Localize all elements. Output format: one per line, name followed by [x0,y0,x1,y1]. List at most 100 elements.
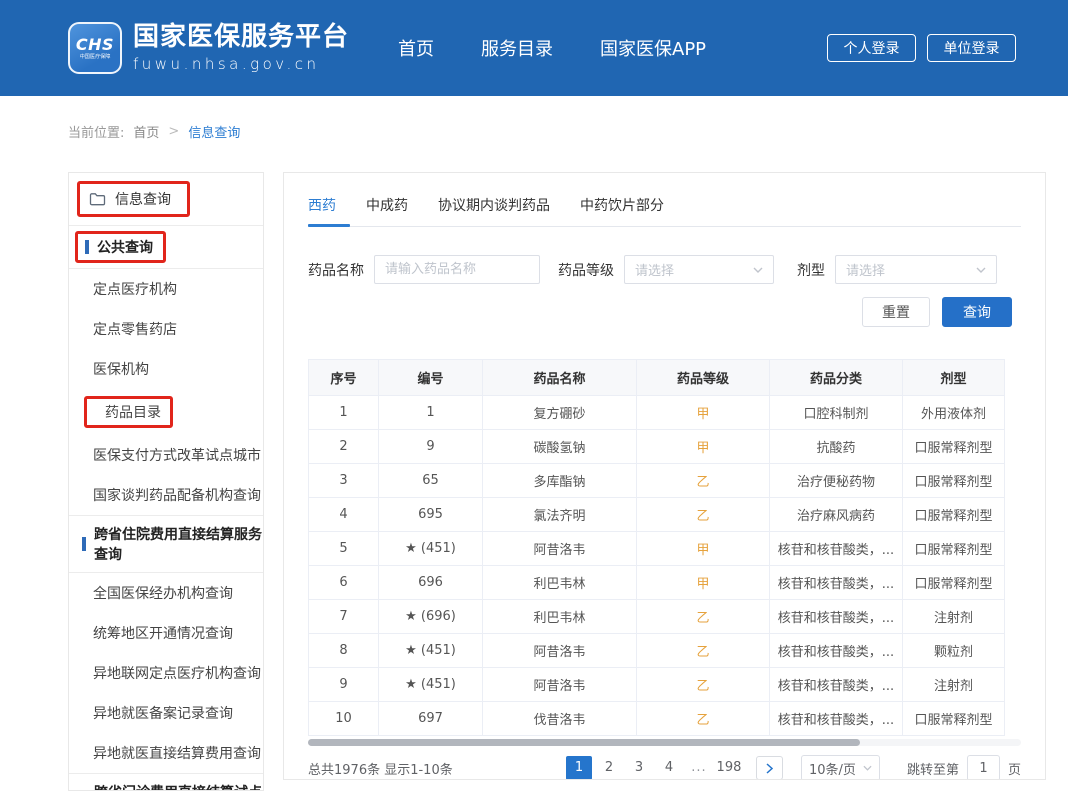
search-button[interactable]: 查询 [942,297,1012,327]
table-cell: 核苷和核苷酸类，... [770,634,903,668]
sidebar-item-label: 定点医疗机构 [93,279,177,299]
table-row[interactable]: 29碳酸氢钠甲抗酸药口服常释剂型 [309,430,1005,464]
drug-name-input[interactable] [374,255,540,284]
table-cell: 颗粒剂 [903,634,1005,668]
annotation-box: 信息查询 [77,181,190,217]
table-header-row: 序号编号药品名称药品等级药品分类剂型 [309,360,1005,396]
table-header-cell: 药品名称 [483,360,637,396]
drug-name-label: 药品名称 [308,260,364,280]
reset-button[interactable]: 重置 [862,297,930,327]
jump-page-input[interactable] [967,755,1000,780]
table-row[interactable]: 5★ (451)阿昔洛韦甲核苷和核苷酸类，...口服常释剂型 [309,532,1005,566]
table-cell: 甲 [637,430,770,464]
table-cell: 外用液体剂 [903,396,1005,430]
sidebar-item-label: 公共查询 [97,237,153,257]
chevron-down-icon [753,267,763,273]
sidebar-item[interactable]: 医保支付方式改革试点城市 [69,435,263,475]
sidebar-item[interactable]: 异地就医备案记录查询 [69,693,263,733]
table-header-cell: 序号 [309,360,379,396]
logo-abbreviation: CHS [76,36,114,53]
sidebar-item[interactable]: 跨省门诊费用直接结算试点查询 [69,774,263,791]
chevron-right-icon [766,763,773,774]
table-row[interactable]: 6696利巴韦林甲核苷和核苷酸类，...口服常释剂型 [309,566,1005,600]
table-row[interactable]: 365多库酯钠乙治疗便秘药物口服常释剂型 [309,464,1005,498]
nav-item[interactable]: 服务目录 [481,35,553,61]
table-cell: 核苷和核苷酸类，... [770,702,903,736]
top-nav: 首页 服务目录 国家医保APP [398,35,706,61]
sidebar-item[interactable]: 信息查询 [69,173,263,225]
table-row[interactable]: 7★ (696)利巴韦林乙核苷和核苷酸类，...注射剂 [309,600,1005,634]
table-row[interactable]: 11复方硼砂甲口腔科制剂外用液体剂 [309,396,1005,430]
page-jump: 跳转至第 页 [907,755,1021,780]
page-number[interactable]: 2 [596,756,622,780]
breadcrumb-home[interactable]: 首页 [133,122,159,141]
page-number[interactable]: 1 [566,756,592,780]
table-cell: 核苷和核苷酸类，... [770,566,903,600]
sidebar-item[interactable]: 异地就医直接结算费用查询 [69,733,263,773]
horizontal-scrollbar[interactable] [308,739,1021,746]
table-cell: 甲 [637,532,770,566]
table-row[interactable]: 8★ (451)阿昔洛韦乙核苷和核苷酸类，...颗粒剂 [309,634,1005,668]
annotation-box: 公共查询 [75,231,166,263]
sidebar-item[interactable]: 异地联网定点医疗机构查询 [69,653,263,693]
next-page-button[interactable] [756,756,783,780]
page-number[interactable]: 4 [656,756,682,780]
drug-grade-placeholder: 请选择 [635,260,674,279]
table-row[interactable]: 10697伐昔洛韦乙核苷和核苷酸类，...口服常释剂型 [309,702,1005,736]
page-number[interactable]: 198 [716,756,742,780]
sidebar-item[interactable]: 定点医疗机构 [69,269,263,309]
table-cell: 口服常释剂型 [903,702,1005,736]
personal-login-button[interactable]: 个人登录 [827,34,916,62]
scrollbar-thumb[interactable] [308,739,860,746]
table-cell: 氯法齐明 [483,498,637,532]
tab[interactable]: 西药 [308,187,342,226]
table-cell: 核苷和核苷酸类，... [770,668,903,702]
table-cell: 注射剂 [903,600,1005,634]
drug-grade-select[interactable]: 请选择 [624,255,774,284]
sidebar-item[interactable]: 定点零售药店 [69,309,263,349]
dosage-form-select[interactable]: 请选择 [835,255,997,284]
table-cell: 口服常释剂型 [903,464,1005,498]
logo-subtitle: 中国医疗保障 [80,53,111,60]
table-cell: 伐昔洛韦 [483,702,637,736]
section-bar-icon [82,537,86,551]
sidebar-item[interactable]: 全国医保经办机构查询 [69,573,263,613]
sidebar-item[interactable]: 公共查询 [69,226,263,268]
table-cell: 碳酸氢钠 [483,430,637,464]
tab[interactable]: 协议期内谈判药品 [438,187,556,226]
table-cell: 复方硼砂 [483,396,637,430]
breadcrumb-current[interactable]: 信息查询 [188,122,240,141]
table-header-cell: 药品等级 [637,360,770,396]
sidebar-item[interactable]: 国家谈判药品配备机构查询 [69,475,263,515]
table-cell: 阿昔洛韦 [483,668,637,702]
table-cell: 利巴韦林 [483,600,637,634]
sidebar-item[interactable]: 药品目录 [69,389,263,435]
sidebar-item-label: 药品目录 [96,402,161,422]
table-cell: 8 [309,634,379,668]
chs-logo-icon: CHS 中国医疗保障 [68,22,122,74]
tab[interactable]: 中药饮片部分 [580,187,670,226]
table-cell: 乙 [637,600,770,634]
drug-table-body: 11复方硼砂甲口腔科制剂外用液体剂29碳酸氢钠甲抗酸药口服常释剂型365多库酯钠… [309,396,1005,736]
sidebar-item[interactable]: 医保机构 [69,349,263,389]
sidebar-item-label: 医保机构 [93,359,149,379]
table-cell: 3 [309,464,379,498]
breadcrumb-separator-icon: > [168,124,179,139]
table-cell: ★ (451) [379,668,483,702]
tab[interactable]: 中成药 [366,187,414,226]
nav-item[interactable]: 首页 [398,35,434,61]
site-title: 国家医保服务平台 [133,22,349,52]
page-number[interactable]: 3 [626,756,652,780]
login-group: 个人登录 单位登录 [827,34,1016,62]
sidebar-item-label: 跨省住院费用直接结算服务查询 [94,524,263,564]
app-header: CHS 中国医疗保障 国家医保服务平台 fuwu.nhsa.gov.cn 首页服… [0,0,1068,96]
sidebar-item[interactable]: 跨省住院费用直接结算服务查询 [69,516,263,572]
chevron-down-icon [976,267,986,273]
sidebar-item[interactable]: 统筹地区开通情况查询 [69,613,263,653]
org-login-button[interactable]: 单位登录 [927,34,1016,62]
table-row[interactable]: 4695氯法齐明乙治疗麻风病药口服常释剂型 [309,498,1005,532]
table-row[interactable]: 9★ (451)阿昔洛韦乙核苷和核苷酸类，...注射剂 [309,668,1005,702]
page-size-select[interactable]: 10条/页 [801,755,880,780]
nav-item[interactable]: 国家医保APP [600,35,706,61]
table-cell: 697 [379,702,483,736]
